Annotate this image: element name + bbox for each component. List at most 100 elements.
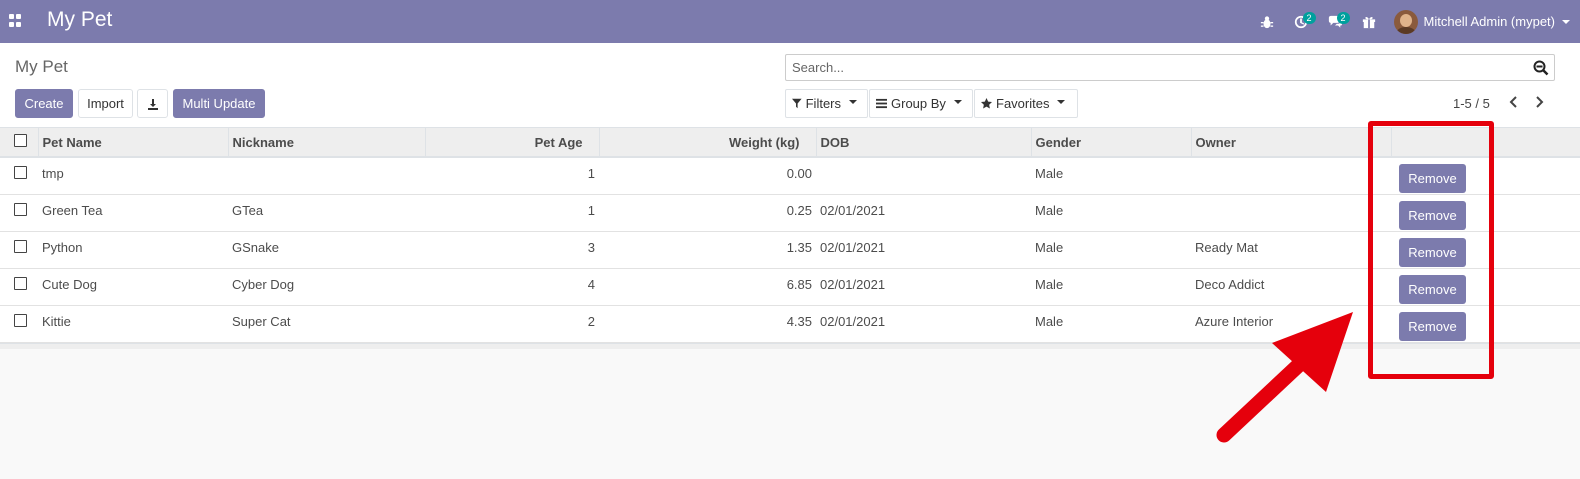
chevron-down-icon xyxy=(1562,19,1570,24)
pager-value[interactable]: 1-5 / 5 xyxy=(1453,96,1490,111)
cell-pet-age: 1 xyxy=(587,202,595,218)
row-checkbox[interactable] xyxy=(14,202,27,216)
user-menu[interactable]: Mitchell Admin (mypet) xyxy=(1393,0,1570,43)
table-row[interactable]: Python GSnake 3 1.35 02/01/2021 Male Ready Mat… xyxy=(0,231,1580,268)
row-checkbox[interactable] xyxy=(14,276,27,290)
column-header-dob[interactable]: DOB xyxy=(816,128,1032,158)
cell-pet-name: tmp xyxy=(42,166,64,181)
table-footer xyxy=(0,342,1580,349)
row-select-cell xyxy=(0,157,38,194)
group-by-dropdown[interactable]: Group By xyxy=(869,89,973,118)
favorites-label: Favorites xyxy=(996,96,1050,111)
gift-menu[interactable] xyxy=(1352,0,1386,43)
pager-next-button[interactable] xyxy=(1533,95,1547,109)
group-by-label: Group By xyxy=(891,96,946,111)
cell-pet-name: Kittie xyxy=(42,313,71,329)
cell-dob: 02/01/2021 xyxy=(820,276,886,292)
column-header-pet-age[interactable]: Pet Age xyxy=(425,128,600,158)
cell-owner: Ready Mat xyxy=(1195,239,1258,255)
cell-gender: Male xyxy=(1035,239,1064,255)
list-view: Pet Name Nickname Pet Age Weight (kg) DO… xyxy=(0,128,1580,349)
list-icon xyxy=(876,98,887,109)
cell-dob xyxy=(816,157,1031,194)
column-header-weight[interactable]: Weight (kg) xyxy=(599,128,817,158)
column-header-gender[interactable]: Gender xyxy=(1031,128,1192,158)
bug-icon xyxy=(1260,15,1273,28)
cell-pet-name: Green Tea xyxy=(42,202,103,218)
search-icon[interactable] xyxy=(1533,60,1549,76)
import-button[interactable]: Import xyxy=(78,89,133,118)
row-checkbox[interactable] xyxy=(14,313,27,327)
filters-dropdown[interactable]: Filters xyxy=(785,89,868,118)
download-icon xyxy=(147,98,158,110)
cell-pet-name: Cute Dog xyxy=(42,276,97,292)
filter-icon xyxy=(792,98,802,109)
debug-menu[interactable] xyxy=(1250,0,1284,43)
cell-gender: Male xyxy=(1035,313,1064,329)
column-header-nickname[interactable]: Nickname xyxy=(228,128,426,158)
table-row[interactable]: tmp 1 0.00 Male Remove xyxy=(0,157,1580,194)
select-all-checkbox[interactable] xyxy=(14,134,27,147)
navbar-systray: 2 2 Mitchell Admin (mypet) xyxy=(1250,0,1580,43)
column-header-owner[interactable]: Owner xyxy=(1191,128,1392,158)
user-name: Mitchell Admin (mypet) xyxy=(1423,14,1555,29)
cell-weight: 0.00 xyxy=(786,166,812,181)
cell-nickname: GSnake xyxy=(232,239,279,255)
messages-badge: 2 xyxy=(1336,12,1350,24)
cell-pet-age: 4 xyxy=(587,276,595,292)
cell-owner xyxy=(1191,194,1391,231)
pet-table: Pet Name Nickname Pet Age Weight (kg) DO… xyxy=(0,128,1580,343)
cell-nickname: Cyber Dog xyxy=(232,276,295,292)
chevron-right-icon xyxy=(1536,96,1544,108)
apps-icon[interactable] xyxy=(9,14,22,27)
cell-owner: Deco Addict xyxy=(1195,276,1265,292)
activity-menu[interactable]: 2 xyxy=(1284,0,1318,43)
search-input[interactable] xyxy=(786,55,1506,80)
row-checkbox[interactable] xyxy=(14,239,27,253)
avatar xyxy=(1393,9,1418,34)
row-select-cell xyxy=(0,305,38,342)
row-checkbox[interactable] xyxy=(14,166,27,179)
select-all-cell xyxy=(0,128,39,158)
table-row[interactable]: Green Tea GTea 1 0.25 02/01/2021 Male Remove xyxy=(0,194,1580,231)
favorites-dropdown[interactable]: Favorites xyxy=(974,89,1078,118)
search-bar xyxy=(785,54,1555,81)
cell-dob: 02/01/2021 xyxy=(820,202,886,218)
star-icon xyxy=(981,98,992,109)
table-row[interactable]: Kittie Super Cat 2 4.35 02/01/2021 Male Azure … xyxy=(0,305,1580,342)
app-brand[interactable]: My Pet xyxy=(47,8,112,32)
cell-weight: 4.35 xyxy=(786,313,812,329)
cell-dob: 02/01/2021 xyxy=(820,313,886,329)
cell-weight: 1.35 xyxy=(786,239,812,255)
multi-update-button[interactable]: Multi Update xyxy=(173,89,265,118)
caret-down-icon xyxy=(849,100,857,104)
row-select-cell xyxy=(0,231,38,268)
export-button[interactable] xyxy=(137,89,168,118)
cell-gender: Male xyxy=(1035,202,1064,218)
filters-label: Filters xyxy=(805,96,841,111)
messaging-menu[interactable]: 2 xyxy=(1318,0,1352,43)
cell-dob: 02/01/2021 xyxy=(820,239,886,255)
cell-weight: 0.25 xyxy=(786,202,812,218)
cell-owner: Azure Interior xyxy=(1195,313,1274,329)
cell-pet-name: Python xyxy=(42,239,83,255)
row-select-cell xyxy=(0,194,38,231)
table-header-row: Pet Name Nickname Pet Age Weight (kg) DO… xyxy=(0,128,1580,158)
cell-owner xyxy=(1191,157,1391,194)
cell-gender: Male xyxy=(1035,276,1064,292)
column-header-pet-name[interactable]: Pet Name xyxy=(38,128,229,158)
row-select-cell xyxy=(0,268,38,305)
annotation-highlight-box xyxy=(1368,121,1494,379)
cell-pet-age: 2 xyxy=(587,313,595,329)
cell-pet-age: 3 xyxy=(587,239,595,255)
caret-down-icon xyxy=(953,100,962,104)
cell-gender: Male xyxy=(1035,166,1064,181)
pager-previous-button[interactable] xyxy=(1506,95,1520,109)
control-panel: My Pet Create Import Multi Update Filter… xyxy=(0,43,1580,128)
activity-badge: 2 xyxy=(1302,12,1316,24)
chevron-left-icon xyxy=(1509,96,1517,108)
cell-pet-age: 1 xyxy=(587,166,595,181)
caret-down-icon xyxy=(1057,100,1066,104)
create-button[interactable]: Create xyxy=(15,89,73,118)
table-row[interactable]: Cute Dog Cyber Dog 4 6.85 02/01/2021 Male Deco… xyxy=(0,268,1580,305)
